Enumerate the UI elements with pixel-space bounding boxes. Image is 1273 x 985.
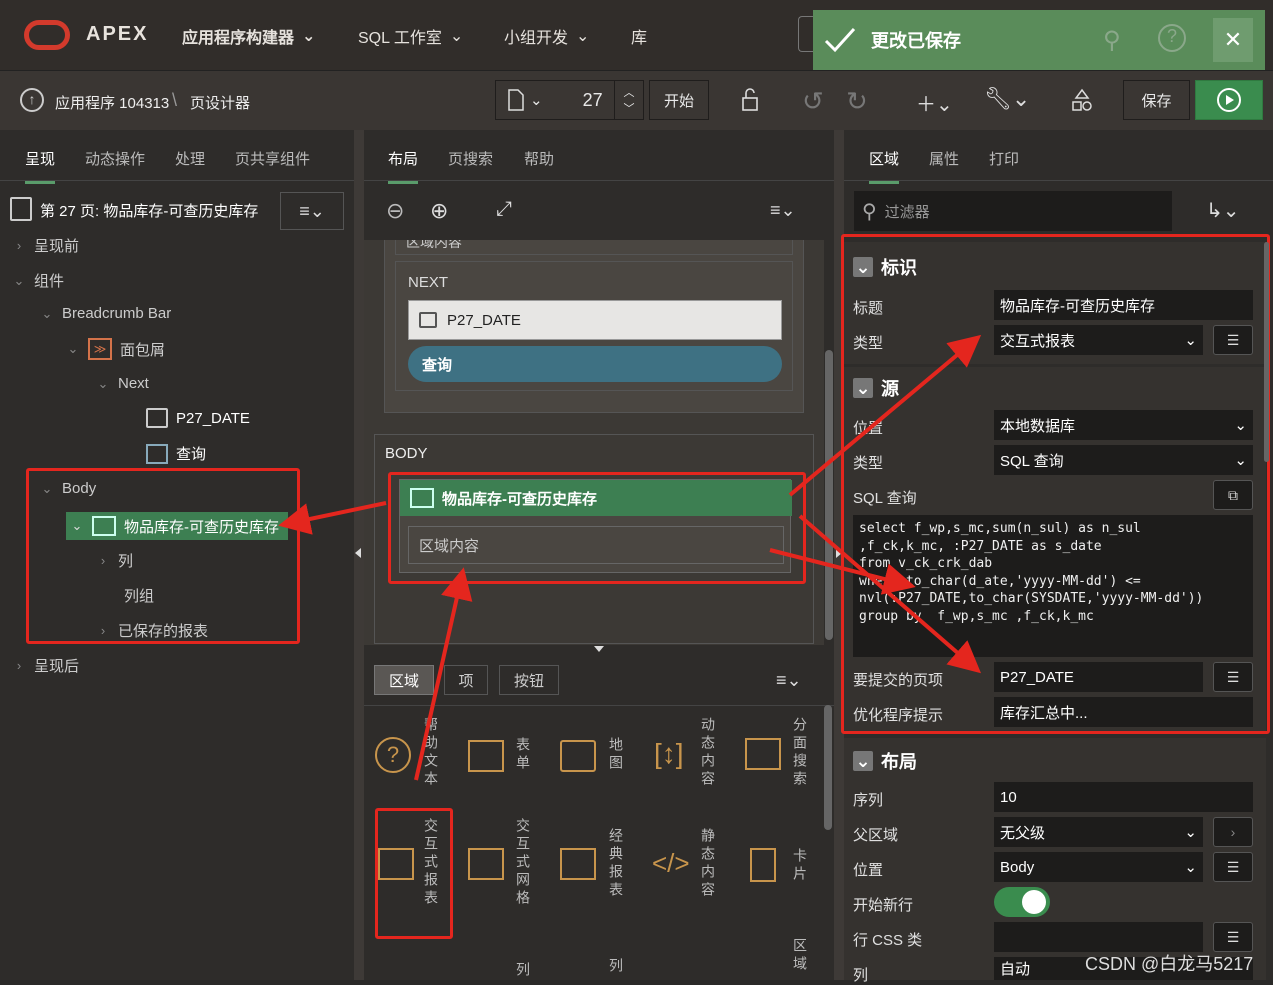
annotation-arrows (278, 334, 982, 781)
watermark: CSDN @白龙马5217 (1085, 954, 1254, 974)
arrow-to-tree (278, 501, 387, 535)
arrow-from-gallery (414, 567, 473, 781)
arrow-to-sql (769, 548, 916, 595)
arrow-to-submit-items (798, 514, 982, 674)
arrow-to-type (788, 334, 982, 497)
